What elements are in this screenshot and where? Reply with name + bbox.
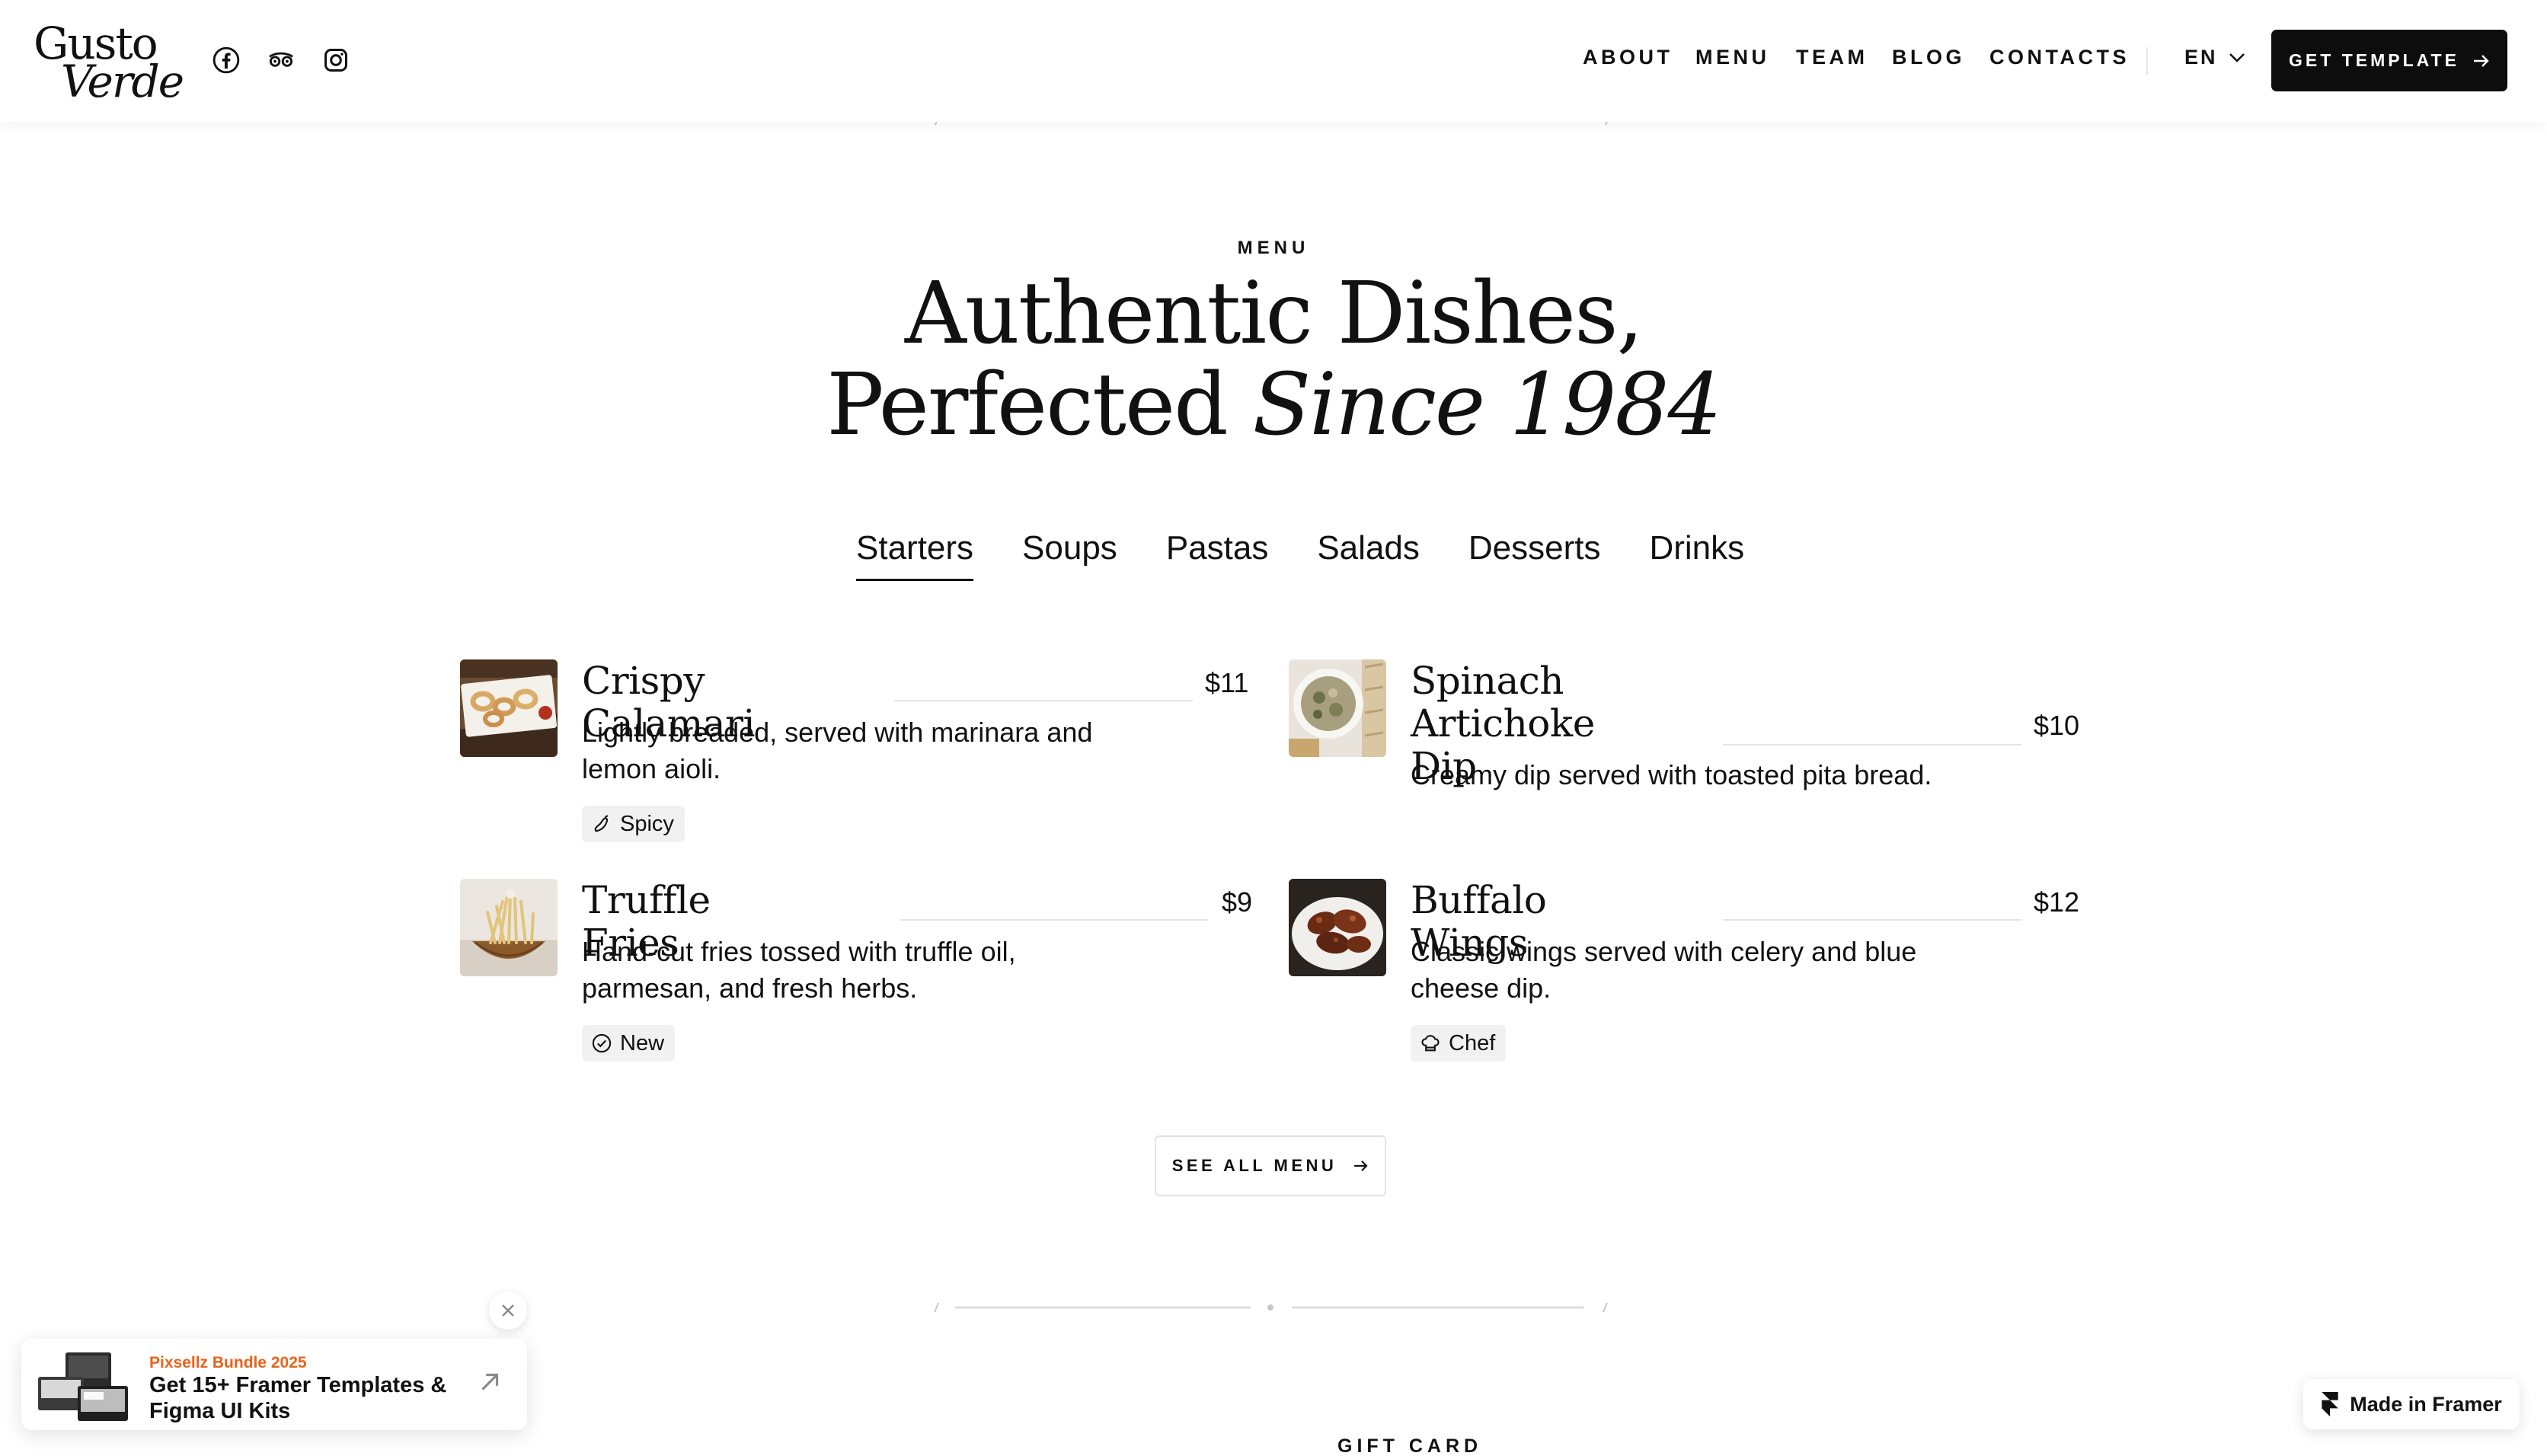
page-title: Authentic Dishes, Perfected Since 1984 — [0, 268, 2547, 451]
item-price: $12 — [2034, 886, 2080, 918]
title-plain-part: Perfected — [826, 356, 1253, 455]
made-in-framer-badge[interactable]: Made in Framer — [2303, 1379, 2520, 1429]
badge-label: Spicy — [620, 811, 674, 836]
item-divider-line — [900, 919, 1208, 921]
nav-contacts[interactable]: CONTACTS — [1989, 46, 2130, 69]
badge-new: New — [582, 1025, 676, 1062]
category-tabs: Starters Soups Pastas Salads Desserts Dr… — [856, 529, 1744, 581]
badge-label: New — [620, 1030, 665, 1055]
bundle-thumbnail — [38, 1352, 128, 1421]
tab-starters[interactable]: Starters — [856, 529, 974, 581]
chef-hat-icon — [1421, 1035, 1440, 1052]
get-template-button[interactable]: GET TEMPLATE — [2271, 30, 2507, 91]
tripadvisor-icon[interactable] — [265, 44, 297, 76]
check-circle-icon — [592, 1033, 612, 1053]
tab-soups[interactable]: Soups — [1022, 529, 1117, 581]
close-icon — [502, 1304, 514, 1317]
item-description: Lightly breaded, served with marinara an… — [582, 717, 1093, 784]
chevron-down-icon — [2229, 53, 2245, 62]
item-description: Classic wings served with celery and blu… — [1411, 936, 1917, 1004]
tab-drinks[interactable]: Drinks — [1649, 529, 1744, 581]
framer-badge-label: Made in Framer — [2350, 1392, 2502, 1416]
instagram-icon[interactable] — [320, 44, 352, 76]
item-divider-line — [1723, 744, 2021, 746]
badge-chef: Chef — [1411, 1025, 1507, 1062]
title-line-1: Authentic Dishes, — [904, 264, 1644, 363]
nav-separator — [2146, 47, 2148, 75]
language-selector[interactable]: EN — [2184, 46, 2245, 69]
facebook-icon[interactable] — [210, 44, 242, 76]
spinach-dip-image — [1289, 659, 1386, 757]
get-template-label: GET TEMPLATE — [2289, 50, 2459, 70]
see-all-menu-button[interactable]: SEE ALL MENU — [1155, 1135, 1386, 1196]
section-divider-bottom — [934, 1302, 1608, 1313]
item-description: Creamy dip served with toasted pita brea… — [1411, 759, 1932, 790]
tab-salads[interactable]: Salads — [1317, 529, 1420, 581]
framer-logo-icon — [2322, 1392, 2338, 1416]
promo-banner[interactable]: Pixsellz Bundle 2025 Get 15+ Framer Temp… — [21, 1339, 527, 1430]
tab-pastas[interactable]: Pastas — [1166, 529, 1269, 581]
nav-about[interactable]: ABOUT — [1583, 46, 1673, 69]
promo-title: Get 15+ Framer Templates & Figma UI Kits — [149, 1373, 447, 1423]
badge-label: Chef — [1449, 1030, 1496, 1055]
calamari-image — [460, 659, 558, 757]
logo-line-2: Verde — [61, 56, 184, 107]
nav-team[interactable]: TEAM — [1796, 46, 1868, 69]
title-line-2: Perfected Since 1984 — [0, 359, 2547, 451]
tab-desserts[interactable]: Desserts — [1468, 529, 1601, 581]
title-italic-part: Since 1984 — [1252, 356, 1721, 455]
item-price: $11 — [1205, 667, 1249, 698]
item-description: Hand-cut fries tossed with truffle oil, … — [582, 936, 1016, 1004]
see-all-label: SEE ALL MENU — [1171, 1156, 1337, 1175]
item-divider-line — [1723, 919, 2021, 921]
promo-eyebrow: Pixsellz Bundle 2025 — [149, 1354, 307, 1371]
logo[interactable]: Gusto Verde — [34, 21, 184, 107]
gift-card-eyebrow: GIFT CARD — [1337, 1435, 1483, 1456]
item-price: $9 — [1222, 886, 1253, 918]
arrow-up-right-icon — [481, 1373, 499, 1391]
truffle-fries-image — [460, 879, 558, 976]
item-divider-line — [894, 700, 1193, 701]
arrow-right-icon — [1354, 1161, 1368, 1171]
buffalo-wings-image — [1289, 879, 1386, 976]
nav-blog[interactable]: BLOG — [1892, 46, 1965, 69]
section-eyebrow: MENU — [1237, 238, 1310, 258]
nav-menu[interactable]: MENU — [1695, 46, 1770, 69]
chili-icon — [594, 815, 609, 832]
badge-spicy: Spicy — [582, 806, 685, 842]
site-header: Gusto Verde ABOUT MENU TEAM BLOG CONTACT… — [0, 0, 2547, 122]
arrow-right-icon — [2473, 54, 2489, 67]
promo-close-button[interactable] — [489, 1292, 527, 1330]
item-price: $10 — [2034, 710, 2080, 741]
language-label: EN — [2184, 46, 2218, 69]
